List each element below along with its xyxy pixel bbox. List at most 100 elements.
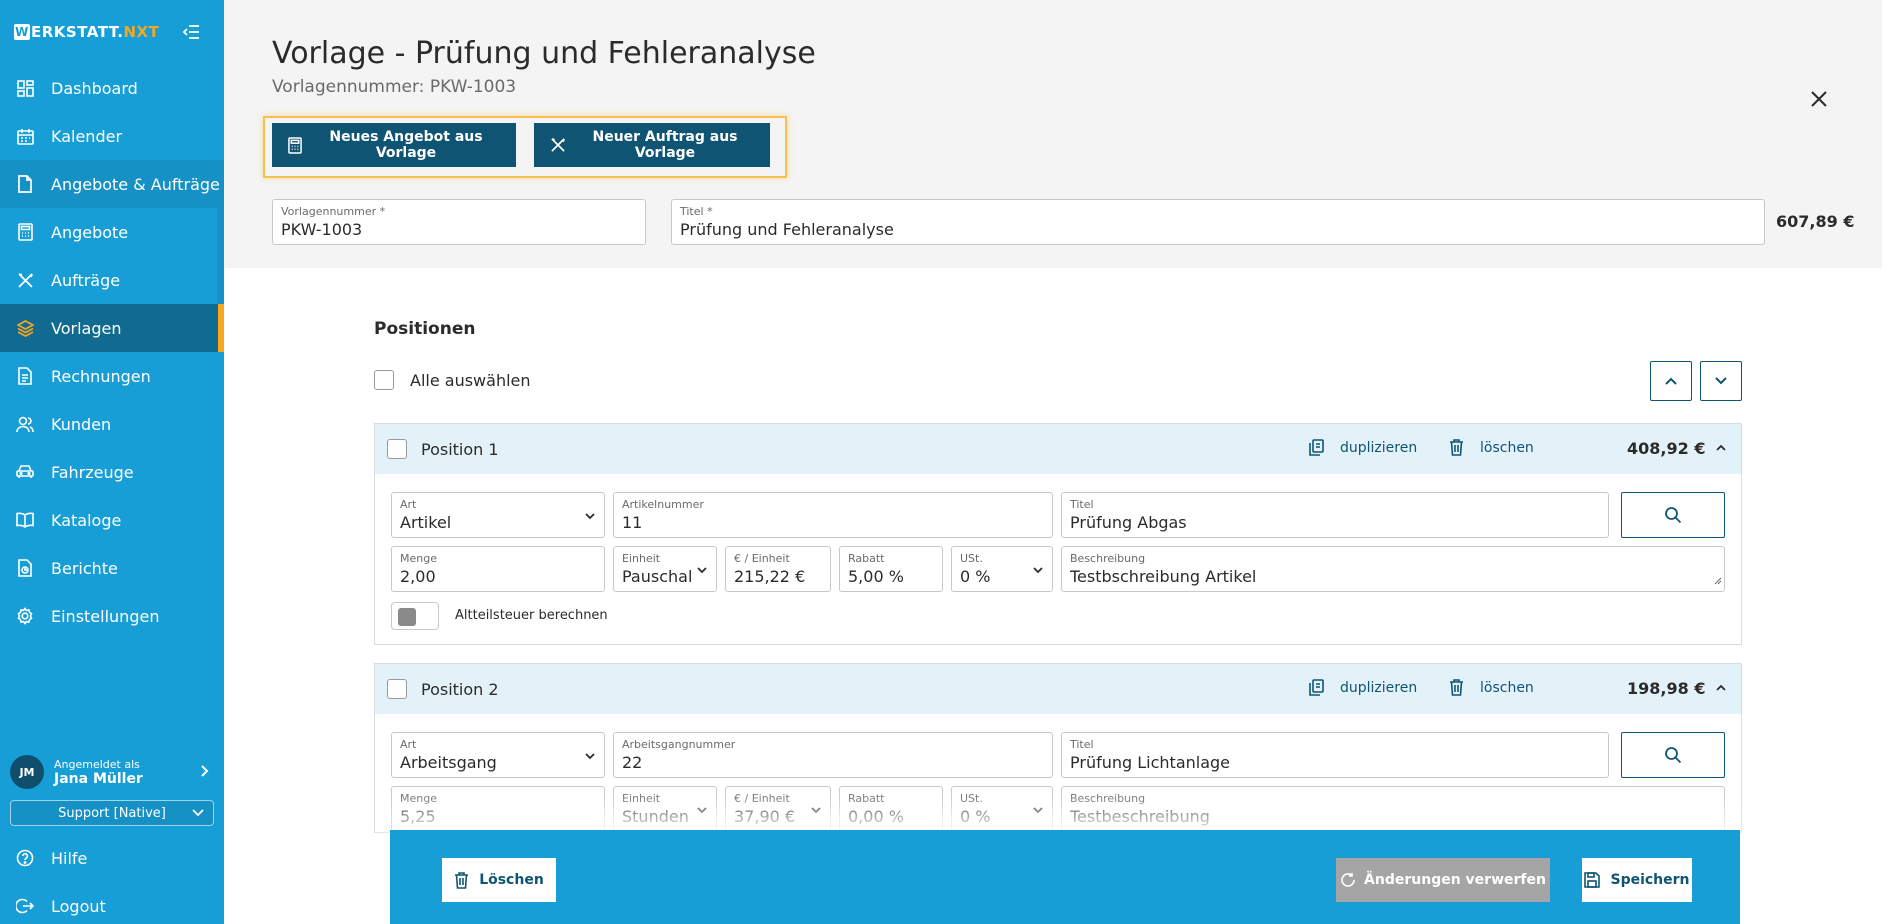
article-number-field[interactable]: Artikelnummer 11 <box>613 492 1053 538</box>
chevron-up-icon <box>1665 377 1677 385</box>
calendar-icon <box>16 127 34 145</box>
position-checkbox[interactable] <box>387 679 407 699</box>
save-button[interactable]: Speichern <box>1582 858 1692 902</box>
sidebar-item-logout[interactable]: Logout <box>0 882 224 924</box>
sidebar-item-hilfe[interactable]: Hilfe <box>0 834 224 882</box>
vat-select[interactable]: USt. 0 % <box>951 546 1053 592</box>
sidebar-item-label: Angebote <box>51 222 129 242</box>
sidebar-item-auftraege[interactable]: Aufträge <box>0 256 224 304</box>
template-title-field[interactable]: Titel * Prüfung und Fehleranalyse <box>671 199 1765 245</box>
discard-changes-button[interactable]: Änderungen verwerfen <box>1336 858 1550 902</box>
position-header[interactable]: Position 2 duplizieren löschen 198,98 € <box>375 664 1741 714</box>
page-title: Vorlage - Prüfung und Fehleranalyse <box>272 36 816 71</box>
field-label: Arbeitsgangnummer <box>622 738 736 751</box>
position-name: Position 1 <box>421 439 499 459</box>
select-all-checkbox[interactable] <box>374 370 394 390</box>
unit-price-select[interactable]: € / Einheit 37,90 € <box>725 786 831 832</box>
logout-icon <box>16 897 34 915</box>
sidebar-item-berichte[interactable]: Berichte <box>0 544 224 592</box>
resize-grip-icon[interactable] <box>1714 570 1722 589</box>
field-label: € / Einheit <box>734 792 790 805</box>
sidebar-item-dashboard[interactable]: Dashboard <box>0 64 224 112</box>
delete-position-button[interactable]: löschen <box>1449 679 1534 696</box>
sidebar-item-rechnungen[interactable]: Rechnungen <box>0 352 224 400</box>
search-button[interactable] <box>1621 492 1725 538</box>
trash-icon <box>1449 679 1464 696</box>
art-select[interactable]: Art Artikel <box>391 492 605 538</box>
search-icon <box>1665 507 1682 524</box>
sidebar-item-einstellungen[interactable]: Einstellungen <box>0 592 224 640</box>
field-value: Testbschreibung Artikel <box>1070 567 1257 586</box>
dashboard-icon <box>16 79 34 97</box>
sidebar-item-label: Einstellungen <box>51 606 160 626</box>
tools-icon <box>16 271 34 289</box>
operation-number-field[interactable]: Arbeitsgangnummer 22 <box>613 732 1053 778</box>
delete-position-button[interactable]: löschen <box>1449 439 1534 456</box>
chevron-down-icon <box>1715 377 1727 385</box>
sidebar-nav: Dashboard Kalender Angebote & Aufträge A… <box>0 64 224 640</box>
position-card: Position 2 duplizieren löschen 198,98 € … <box>374 663 1742 833</box>
move-up-button[interactable] <box>1650 361 1692 401</box>
duplicate-label: duplizieren <box>1340 679 1418 696</box>
template-total-price: 607,89 € <box>1776 212 1855 231</box>
sidebar-item-angebote[interactable]: Angebote <box>0 208 224 256</box>
template-number-field[interactable]: Vorlagennummer * PKW-1003 <box>272 199 646 245</box>
move-down-button[interactable] <box>1700 361 1742 401</box>
unit-select[interactable]: Einheit Stunden <box>613 786 717 832</box>
chevron-up-icon[interactable] <box>1715 439 1727 458</box>
vat-select[interactable]: USt. 0 % <box>951 786 1053 832</box>
chevron-down-icon <box>584 507 596 526</box>
sidebar-bottom-nav: Hilfe Logout <box>0 834 224 924</box>
art-select[interactable]: Art Arbeitsgang <box>391 732 605 778</box>
new-order-from-template-button[interactable]: Neuer Auftrag aus Vorlage <box>534 123 770 167</box>
quantity-field[interactable]: Menge 2,00 <box>391 546 605 592</box>
delete-template-button[interactable]: Löschen <box>442 858 556 902</box>
user-profile[interactable]: JM Angemeldet als Jana Müller <box>10 752 214 792</box>
copy-icon <box>1309 679 1324 696</box>
chevron-down-icon <box>1032 801 1044 820</box>
sidebar-item-kalender[interactable]: Kalender <box>0 112 224 160</box>
duplicate-button[interactable]: duplizieren <box>1309 679 1417 696</box>
sidebar-item-fahrzeuge[interactable]: Fahrzeuge <box>0 448 224 496</box>
page-subtitle: Vorlagennummer: PKW-1003 <box>272 77 517 97</box>
chevron-up-icon[interactable] <box>1715 679 1727 698</box>
position-title-field[interactable]: Titel Prüfung Abgas <box>1061 492 1609 538</box>
search-button[interactable] <box>1621 732 1725 778</box>
sidebar-item-kataloge[interactable]: Kataloge <box>0 496 224 544</box>
select-all[interactable]: Alle auswählen <box>374 370 531 390</box>
description-textarea[interactable]: Beschreibung Testbeschreibung <box>1061 786 1725 832</box>
chevron-down-icon <box>1032 561 1044 580</box>
position-checkbox[interactable] <box>387 439 407 459</box>
duplicate-button[interactable]: duplizieren <box>1309 439 1417 456</box>
field-label: Rabatt <box>848 792 885 805</box>
field-value: 5,25 <box>400 807 436 826</box>
close-icon[interactable] <box>1808 88 1830 110</box>
unit-price-field[interactable]: € / Einheit 215,22 € <box>725 546 831 592</box>
sidebar-item-vorlagen[interactable]: Vorlagen <box>0 304 224 352</box>
discount-field[interactable]: Rabatt 0,00 % <box>839 786 943 832</box>
field-value: Prüfung Lichtanlage <box>1070 753 1231 772</box>
logo-text: ERKSTATT. <box>31 23 124 41</box>
new-offer-label: Neues Angebot aus Vorlage <box>329 129 483 161</box>
toggle-knob <box>398 608 416 626</box>
description-textarea[interactable]: Beschreibung Testbschreibung Artikel <box>1061 546 1725 592</box>
field-label: Menge <box>400 552 437 565</box>
quantity-field[interactable]: Menge 5,25 <box>391 786 605 832</box>
app-logo[interactable]: W ERKSTATT. NXT <box>14 23 159 41</box>
support-mode-select[interactable]: Support [Native] <box>10 800 214 826</box>
position-header[interactable]: Position 1 duplizieren löschen 408,92 € <box>375 424 1741 474</box>
discount-field[interactable]: Rabatt 5,00 % <box>839 546 943 592</box>
positions-section-title: Positionen <box>374 319 476 339</box>
sidebar-item-angebote-auftraege[interactable]: Angebote & Aufträge <box>0 160 224 208</box>
sidebar-item-kunden[interactable]: Kunden <box>0 400 224 448</box>
field-label: Rabatt <box>848 552 885 565</box>
logo-text-accent: NXT <box>123 23 160 41</box>
new-offer-from-template-button[interactable]: Neues Angebot aus Vorlage <box>272 123 516 167</box>
refresh-icon <box>1340 872 1356 888</box>
collapse-sidebar-icon[interactable] <box>180 21 202 43</box>
avatar: JM <box>10 755 44 789</box>
unit-select[interactable]: Einheit Pauschal <box>613 546 717 592</box>
position-title-field[interactable]: Titel Prüfung Lichtanlage <box>1061 732 1609 778</box>
core-tax-toggle[interactable] <box>391 602 439 630</box>
delete-label: löschen <box>1480 439 1534 456</box>
